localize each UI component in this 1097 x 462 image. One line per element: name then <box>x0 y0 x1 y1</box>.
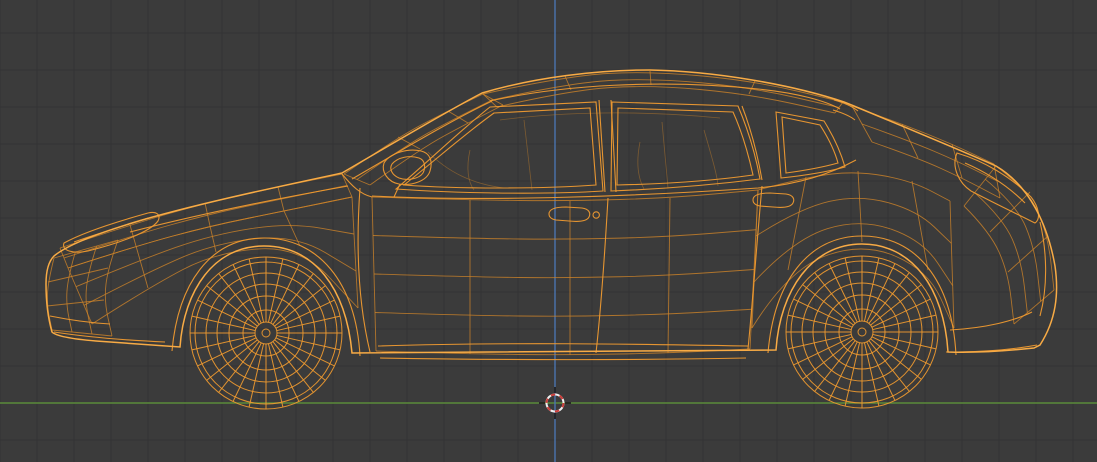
axis-lines <box>0 0 1097 462</box>
wheel <box>189 256 343 410</box>
car-wheels <box>189 255 939 410</box>
viewport-grid <box>0 0 1097 462</box>
wheel <box>785 255 939 409</box>
car-wireframe-object[interactable] <box>45 69 1058 410</box>
car-interior-lines <box>427 112 721 191</box>
car-outline <box>45 69 1058 354</box>
blender-3d-viewport[interactable] <box>0 0 1097 462</box>
viewport-canvas[interactable] <box>0 0 1097 462</box>
